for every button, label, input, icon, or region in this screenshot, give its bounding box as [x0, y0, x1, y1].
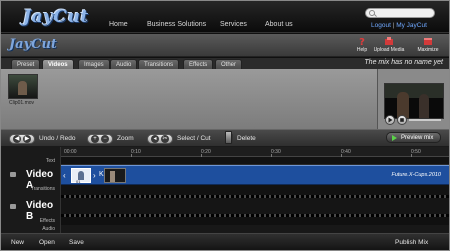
media-tab-bar: Preset Videos Images Audio Transitions E…	[1, 58, 449, 69]
preview-seek-bar[interactable]	[409, 119, 441, 121]
editor-logo: JayCut	[9, 37, 57, 52]
text-track-label: Text	[45, 158, 55, 164]
nav-business-solutions[interactable]: Business Solutions	[147, 21, 206, 28]
cut-icon[interactable]: ✂	[161, 134, 169, 143]
filmstrip-perforation	[61, 195, 449, 198]
preview-stop-button[interactable]	[397, 115, 407, 125]
upload-media-label: Upload Media	[373, 47, 405, 53]
publish-mix-button[interactable]: Publish Mix	[395, 239, 428, 246]
trim-left-handle[interactable]: ‹	[63, 171, 66, 180]
tick-label: 0:20	[201, 149, 211, 155]
save-button[interactable]: Save	[69, 239, 84, 246]
clip-figure	[110, 171, 115, 182]
tab-videos[interactable]: Videos	[42, 59, 74, 69]
undo-redo-group: ◀ ▶ Undo / Redo	[9, 133, 76, 144]
timeline: Text Video A Transitions Video B Effects…	[1, 147, 449, 233]
split-marker[interactable]: K	[99, 171, 104, 178]
maximize-icon	[424, 38, 432, 45]
open-button[interactable]: Open	[39, 239, 55, 246]
preview-screen	[384, 83, 444, 119]
transitions-track-label: Transitions	[30, 186, 55, 192]
speaker-icon[interactable]	[10, 204, 16, 209]
tab-other[interactable]: Other	[215, 59, 243, 69]
search-icon-handle	[374, 14, 377, 17]
zoom-out-icon[interactable]: −	[101, 134, 109, 143]
tab-preset[interactable]: Preset	[11, 59, 41, 69]
text-track[interactable]	[61, 157, 449, 165]
select-cut-group: ◂ ✂ Select / Cut	[147, 133, 211, 144]
tick-label: 00:00	[64, 149, 77, 155]
tick-label: 0:30	[271, 149, 281, 155]
site-navigation-bar: JayCut Home Business Solutions Services …	[1, 1, 449, 33]
mix-title[interactable]: The mix has no name yet	[364, 59, 443, 66]
preview-mix-button[interactable]: Preview mix	[386, 132, 441, 143]
timeline-clip[interactable]: 01	[71, 168, 91, 184]
play-icon	[388, 117, 393, 123]
tab-audio[interactable]: Audio	[110, 59, 138, 69]
tab-effects[interactable]: Effects	[183, 59, 214, 69]
undo-redo-label: Undo / Redo	[39, 135, 76, 142]
zoom-label: Zoom	[117, 135, 134, 142]
transitions-track[interactable]	[61, 185, 449, 195]
tab-images[interactable]: Images	[78, 59, 110, 69]
stop-icon	[400, 118, 404, 122]
timeline-playhead[interactable]	[225, 131, 232, 144]
effects-track[interactable]	[61, 217, 449, 225]
upload-icon	[385, 37, 393, 45]
select-cut-label: Select / Cut	[177, 135, 211, 142]
upload-media-button[interactable]: Upload Media	[372, 35, 406, 56]
undo-icon[interactable]: ◀	[13, 134, 21, 143]
clip-thumbnail-label: Clip01.mov	[9, 100, 35, 106]
play-icon	[392, 135, 397, 141]
preview-scene-figure	[419, 94, 429, 118]
timeline-ruler[interactable]: 00:00 0:10 0:20 0:30 0:40 0:50	[61, 147, 449, 157]
audio-track-label: Audio	[42, 226, 55, 232]
speaker-icon[interactable]	[10, 172, 16, 177]
tick-label: 0:50	[411, 149, 421, 155]
site-logo[interactable]: JayCut	[23, 7, 89, 27]
trim-right-handle[interactable]: ›	[93, 171, 96, 180]
nav-home[interactable]: Home	[109, 21, 128, 28]
undo-redo-control[interactable]: ◀ ▶	[9, 133, 35, 144]
maximize-button[interactable]: Maximize	[411, 35, 445, 56]
delete-label: Delete	[237, 135, 256, 142]
select-icon[interactable]: ◂	[151, 134, 159, 143]
site-search-input[interactable]	[365, 8, 435, 18]
new-button[interactable]: New	[11, 239, 24, 246]
preview-mix-label: Preview mix	[401, 135, 434, 141]
nav-services[interactable]: Services	[220, 21, 247, 28]
audio-track[interactable]	[61, 225, 449, 233]
nav-about-us[interactable]: About us	[265, 21, 293, 28]
video-clip-thumbnail[interactable]	[8, 74, 38, 99]
tick-label: 0:10	[131, 149, 141, 155]
logout-link[interactable]: Logout	[371, 22, 391, 29]
select-cut-control[interactable]: ◂ ✂	[147, 133, 173, 144]
video-a-track[interactable]: ‹ 01 › K Future.X-Cups.2010	[61, 165, 449, 185]
preview-play-button[interactable]	[385, 115, 395, 125]
video-b-track[interactable]	[61, 195, 449, 217]
editor-header: JayCut ? Help Upload Media Maximize	[1, 34, 449, 57]
tick-label: 0:40	[341, 149, 351, 155]
zoom-control[interactable]: + −	[87, 133, 113, 144]
my-jaycut-link[interactable]: My JayCut	[396, 22, 427, 29]
timeline-clip[interactable]	[104, 168, 126, 183]
maximize-label: Maximize	[417, 47, 439, 53]
media-bin: Clip01.mov	[1, 69, 377, 129]
video-watermark: Future.X-Cups.2010	[391, 172, 441, 178]
redo-icon[interactable]: ▶	[23, 134, 31, 143]
effects-track-label: Effects	[39, 218, 55, 224]
help-icon: ?	[359, 37, 365, 46]
clip-number: 01	[76, 179, 81, 184]
zoom-group: + − Zoom	[87, 133, 134, 144]
account-links: Logout | My JayCut	[371, 22, 427, 29]
editor-footer: New Open Save Publish Mix	[1, 233, 449, 250]
svg-text:?: ?	[359, 37, 365, 46]
track-labels: Text Video A Transitions Video B Effects…	[1, 147, 61, 233]
preview-scene-wall	[385, 84, 443, 98]
jaycut-app-window: JayCut Home Business Solutions Services …	[0, 0, 450, 251]
thumbnail-figure	[18, 81, 27, 95]
tab-transitions[interactable]: Transitions	[138, 59, 180, 69]
zoom-in-icon[interactable]: +	[91, 134, 99, 143]
